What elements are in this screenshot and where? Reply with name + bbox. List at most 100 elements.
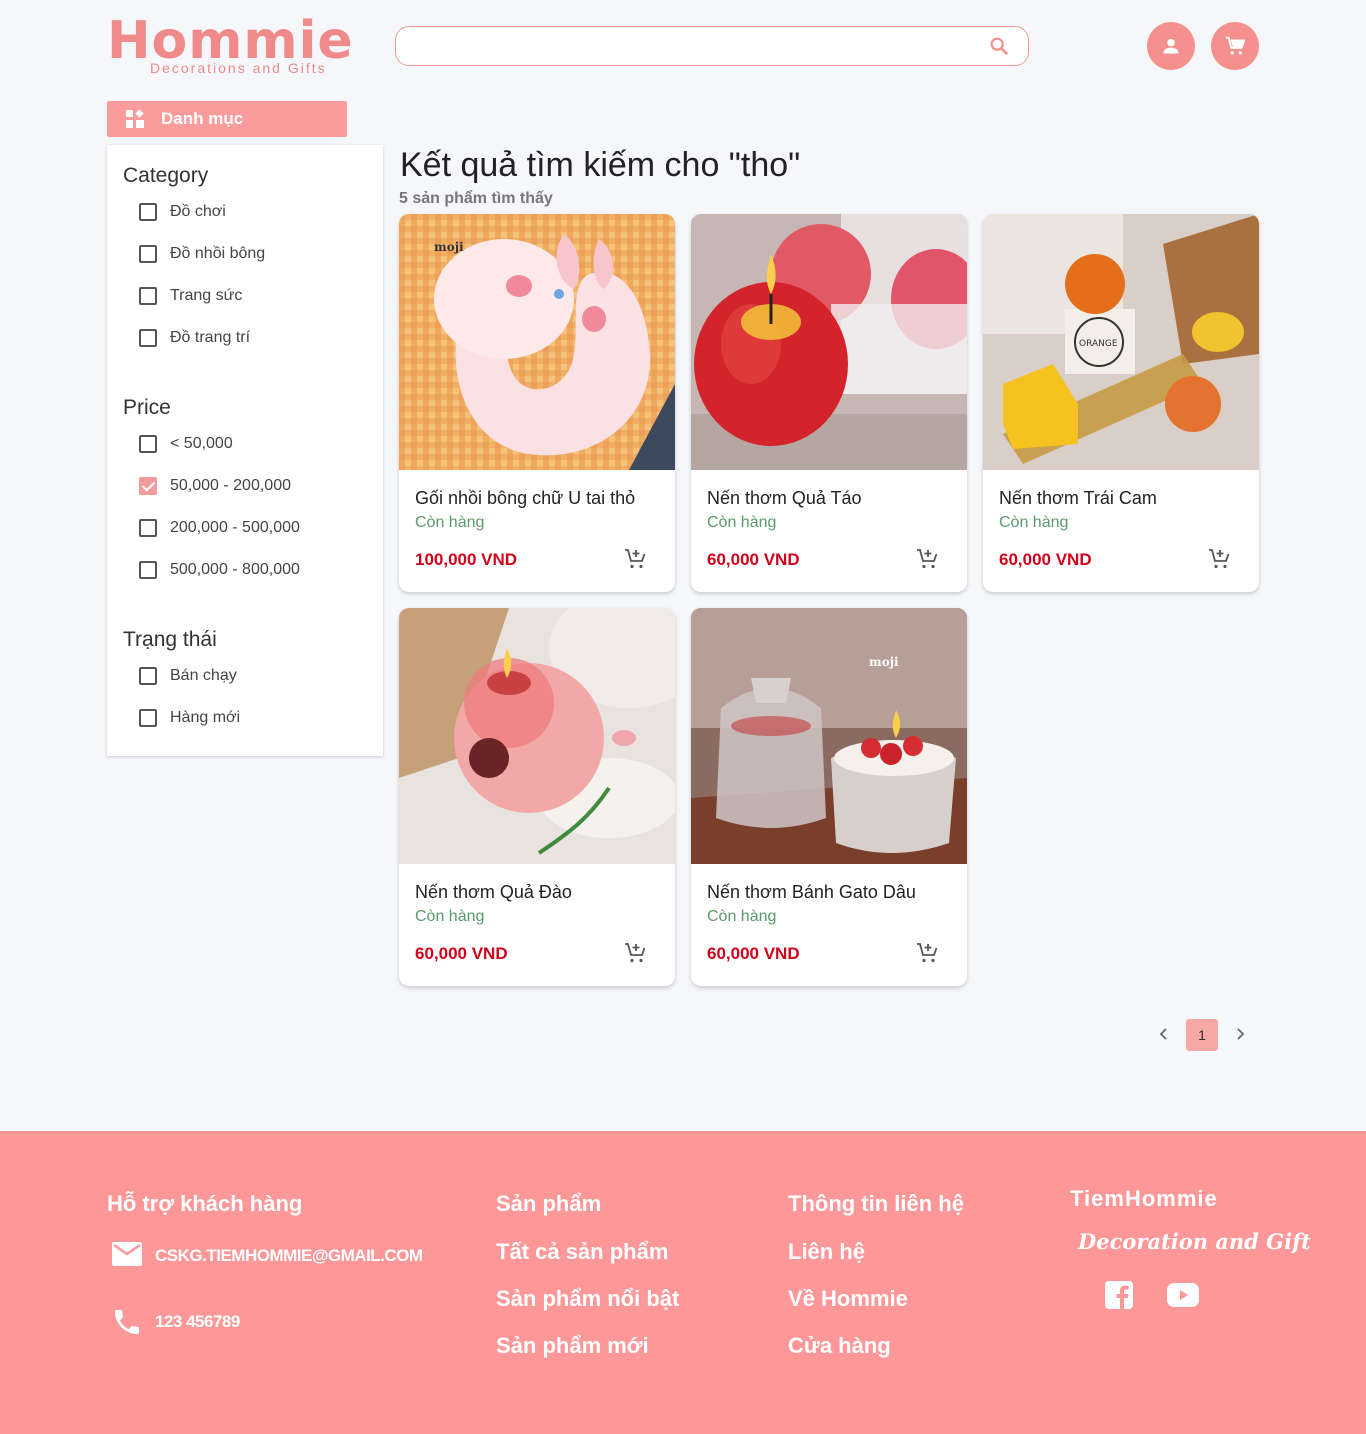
search-icon[interactable] [988, 35, 1010, 57]
product-card[interactable]: ORANGE Nến thơm Trái Cam Còn hàng 60,000… [983, 214, 1259, 592]
footer-link[interactable]: Sản phẩm mới [496, 1333, 649, 1359]
filter-price-title: Price [123, 396, 171, 419]
product-name[interactable]: Gối nhồi bông chữ U tai thỏ [415, 488, 663, 509]
checkbox[interactable] [139, 245, 157, 263]
footer-contact-title: Thông tin liên hệ [788, 1191, 964, 1216]
svg-text:ORANGE: ORANGE [1079, 339, 1118, 349]
next-page-icon[interactable] [1230, 1024, 1250, 1044]
product-card[interactable]: moji Gối nhồi bông chữ U tai thỏ Còn hàn… [399, 214, 675, 592]
page-number-current[interactable]: 1 [1186, 1019, 1218, 1051]
stock-status: Còn hàng [707, 908, 777, 925]
facebook-icon[interactable] [1105, 1281, 1133, 1309]
filter-price-option[interactable]: 500,000 - 800,000 [139, 561, 300, 579]
footer: Hỗ trợ khách hàng CSKG.TIEMHOMMIE@GMAIL.… [0, 1131, 1366, 1434]
results-title: Kết quả tìm kiếm cho "tho" [400, 146, 801, 184]
footer-link[interactable]: Liên hệ [788, 1239, 865, 1265]
option-label: Hàng mới [170, 709, 241, 726]
cart-button[interactable] [1211, 22, 1259, 70]
product-card[interactable]: Nến thơm Quả Đào Còn hàng 60,000 VND [399, 608, 675, 986]
logo[interactable]: Hommie Decorations and Gifts [107, 12, 353, 78]
add-to-cart-icon[interactable] [623, 941, 647, 965]
add-to-cart-icon[interactable] [1207, 547, 1231, 571]
stock-status: Còn hàng [707, 514, 777, 531]
checkbox[interactable] [139, 667, 157, 685]
filter-price-option[interactable]: 50,000 - 200,000 [139, 477, 291, 495]
checkbox[interactable] [139, 561, 157, 579]
product-card[interactable]: Nến thơm Quả Táo Còn hàng 60,000 VND [691, 214, 967, 592]
filter-category-option[interactable]: Đồ nhồi bông [139, 245, 265, 263]
product-price: 100,000 VND [415, 550, 518, 569]
search-input[interactable] [410, 27, 970, 65]
footer-products-title: Sản phẩm [496, 1191, 602, 1216]
prev-page-icon[interactable] [1154, 1024, 1174, 1044]
product-card[interactable]: moji Nến thơm Bánh Gato Dâu Còn hàng 60,… [691, 608, 967, 986]
add-to-cart-icon[interactable] [623, 547, 647, 571]
option-label: < 50,000 [170, 435, 233, 452]
product-name[interactable]: Nến thơm Quả Đào [415, 882, 663, 903]
product-image[interactable]: moji [399, 214, 675, 470]
stock-status: Còn hàng [415, 514, 485, 531]
add-to-cart-icon[interactable] [915, 547, 939, 571]
filter-price-option[interactable]: < 50,000 [139, 435, 233, 453]
youtube-icon[interactable] [1167, 1283, 1199, 1307]
filter-category-option[interactable]: Đồ chơi [139, 203, 226, 221]
grid-icon [126, 109, 144, 128]
svg-text:moji: moji [434, 240, 464, 254]
footer-support-title: Hỗ trợ khách hàng [107, 1191, 303, 1216]
filter-status-option[interactable]: Bán chạy [139, 667, 237, 685]
checkbox[interactable] [139, 519, 157, 537]
footer-link[interactable]: Sản phẩm nổi bật [496, 1286, 679, 1312]
filter-price-option[interactable]: 200,000 - 500,000 [139, 519, 300, 537]
stock-status: Còn hàng [999, 514, 1069, 531]
checkbox[interactable] [139, 709, 157, 727]
add-to-cart-icon[interactable] [915, 941, 939, 965]
product-name[interactable]: Nến thơm Bánh Gato Dâu [707, 882, 955, 903]
filter-category-option[interactable]: Đồ trang trí [139, 329, 250, 347]
filter-category-option[interactable]: Trang sức [139, 287, 242, 305]
product-image[interactable]: moji [691, 608, 967, 864]
option-label: Đồ chơi [170, 203, 226, 220]
option-label: Đồ nhồi bông [170, 245, 266, 262]
footer-link[interactable]: Về Hommie [788, 1286, 908, 1312]
category-menu-label: Danh mục [161, 109, 244, 128]
option-label: 500,000 - 800,000 [170, 561, 300, 578]
logo-subtitle: Decorations and Gifts [150, 60, 327, 76]
option-label: 50,000 - 200,000 [170, 477, 291, 494]
category-menu-button[interactable]: Danh mục [107, 101, 347, 137]
footer-link[interactable]: Tất cả sản phẩm [496, 1239, 668, 1265]
svg-text:moji: moji [869, 655, 899, 669]
email-icon [112, 1242, 142, 1266]
search-bar [395, 26, 1029, 66]
checkbox[interactable] [139, 203, 157, 221]
product-name[interactable]: Nến thơm Quả Táo [707, 488, 955, 509]
filter-category-title: Category [123, 164, 209, 187]
product-name[interactable]: Nến thơm Trái Cam [999, 488, 1247, 509]
phone-icon [115, 1310, 139, 1334]
account-button[interactable] [1147, 22, 1195, 70]
product-price: 60,000 VND [707, 944, 800, 963]
option-label: Đồ trang trí [170, 329, 251, 346]
stock-status: Còn hàng [415, 908, 485, 925]
checkbox[interactable] [139, 329, 157, 347]
checkbox[interactable] [139, 435, 157, 453]
checkbox-checked[interactable] [139, 477, 157, 495]
product-price: 60,000 VND [999, 550, 1092, 569]
footer-email[interactable]: CSKG.TIEMHOMMIE@GMAIL.COM [155, 1246, 423, 1266]
option-label: Trang sức [170, 287, 243, 304]
footer-phone[interactable]: 123 456789 [155, 1312, 240, 1332]
filter-status-option[interactable]: Hàng mới [139, 709, 240, 727]
product-image[interactable]: ORANGE [983, 214, 1259, 470]
product-image[interactable] [691, 214, 967, 470]
footer-brand-tagline: Decoration and Gift [1078, 1229, 1311, 1254]
cart-icon [1225, 36, 1246, 55]
filter-sidebar: Category Đồ chơi Đồ nhồi bông Trang sức … [107, 145, 383, 756]
product-price: 60,000 VND [707, 550, 800, 569]
footer-link[interactable]: Cửa hàng [788, 1333, 891, 1359]
option-label: 200,000 - 500,000 [170, 519, 300, 536]
user-icon [1163, 38, 1179, 54]
product-image[interactable] [399, 608, 675, 864]
checkbox[interactable] [139, 287, 157, 305]
footer-brand-name: TiemHommie [1070, 1186, 1218, 1211]
filter-status-title: Trạng thái [123, 628, 217, 651]
results-count: 5 sản phẩm tìm thấy [399, 190, 553, 207]
